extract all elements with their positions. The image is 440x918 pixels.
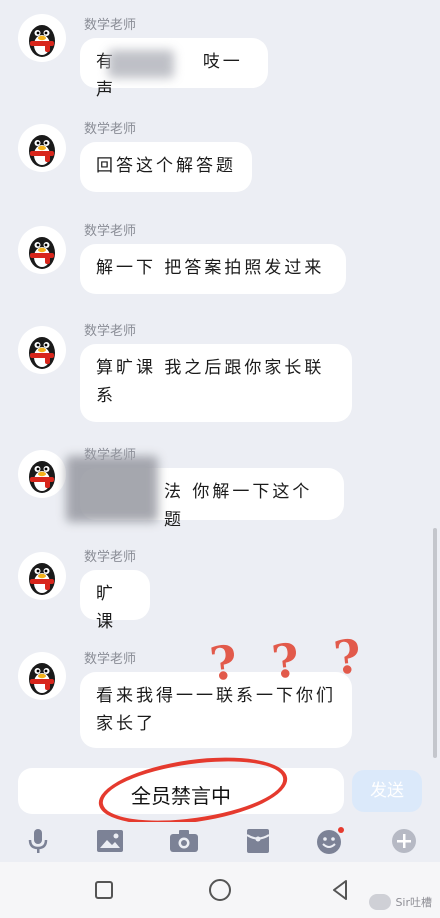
- emoji-icon[interactable]: [314, 826, 346, 856]
- chat-area[interactable]: 数学老师 有 吱一声 数学老师 回答这个解答题 数学老师 解一下 把答案拍照发过…: [0, 0, 440, 760]
- message-bubble[interactable]: 有 吱一声: [80, 38, 268, 100]
- back-icon[interactable]: [326, 876, 354, 904]
- penguin-avatar-icon: [29, 461, 55, 493]
- avatar[interactable]: [18, 652, 66, 700]
- sender-name: 数学老师: [84, 224, 137, 239]
- question-mark-annotation: ?: [269, 632, 302, 690]
- avatar[interactable]: [18, 552, 66, 600]
- penguin-avatar-icon: [29, 237, 55, 269]
- recent-apps-icon[interactable]: [90, 876, 118, 904]
- sender-name: 数学老师: [84, 550, 137, 565]
- penguin-avatar-icon: [29, 135, 55, 167]
- wechat-logo-icon: [369, 894, 392, 910]
- sender-name: 数学老师: [84, 324, 137, 339]
- sender-name: 数学老师: [84, 122, 137, 137]
- message-bubble[interactable]: 旷课: [80, 570, 150, 632]
- avatar[interactable]: [18, 124, 66, 172]
- message-input[interactable]: 全员禁言中: [18, 747, 344, 835]
- sender-name: 数学老师: [84, 18, 137, 33]
- message-text: 算旷课 我之后跟你家长联: [96, 358, 325, 378]
- home-icon[interactable]: [206, 876, 234, 904]
- avatar[interactable]: [18, 14, 66, 62]
- penguin-avatar-icon: [29, 563, 55, 595]
- message-text: 家长了: [96, 714, 156, 734]
- message-text: 系: [96, 386, 116, 406]
- image-icon[interactable]: [94, 826, 126, 856]
- message-bubble[interactable]: 回答这个解答题: [80, 142, 252, 192]
- message-text: 旷课: [96, 584, 116, 632]
- plus-icon[interactable]: [388, 826, 420, 856]
- avatar[interactable]: [18, 450, 66, 498]
- watermark: Sir吐槽: [369, 894, 432, 910]
- message-bubble[interactable]: 算旷课 我之后跟你家长联 系: [80, 344, 352, 422]
- sender-name: 数学老师: [84, 652, 137, 667]
- penguin-avatar-icon: [29, 663, 55, 695]
- microphone-icon[interactable]: [22, 826, 54, 856]
- question-mark-annotation: ?: [207, 634, 240, 692]
- message-bubble[interactable]: 解一下 把答案拍照发过来: [80, 244, 346, 294]
- avatar[interactable]: [18, 226, 66, 274]
- send-button[interactable]: 发送: [352, 770, 422, 812]
- question-mark-annotation: ?: [331, 628, 364, 686]
- system-nav-bar: Sir吐槽: [0, 862, 440, 918]
- penguin-avatar-icon: [29, 337, 55, 369]
- message-text: 解一下 把答案拍照发过来: [96, 258, 325, 278]
- camera-icon[interactable]: [168, 826, 200, 856]
- avatar[interactable]: [18, 326, 66, 374]
- red-packet-icon[interactable]: [242, 826, 274, 856]
- message-text: 法 你解一下这个题: [164, 482, 313, 530]
- mosaic-blur: [108, 50, 174, 78]
- message-text: 回答这个解答题: [96, 156, 236, 176]
- scrollbar[interactable]: [433, 528, 437, 758]
- penguin-avatar-icon: [29, 25, 55, 57]
- input-bar: 全员禁言中 发送: [0, 747, 440, 835]
- mosaic-blur: [66, 456, 158, 522]
- watermark-text: Sir吐槽: [395, 896, 432, 909]
- input-toolbar: [0, 822, 440, 862]
